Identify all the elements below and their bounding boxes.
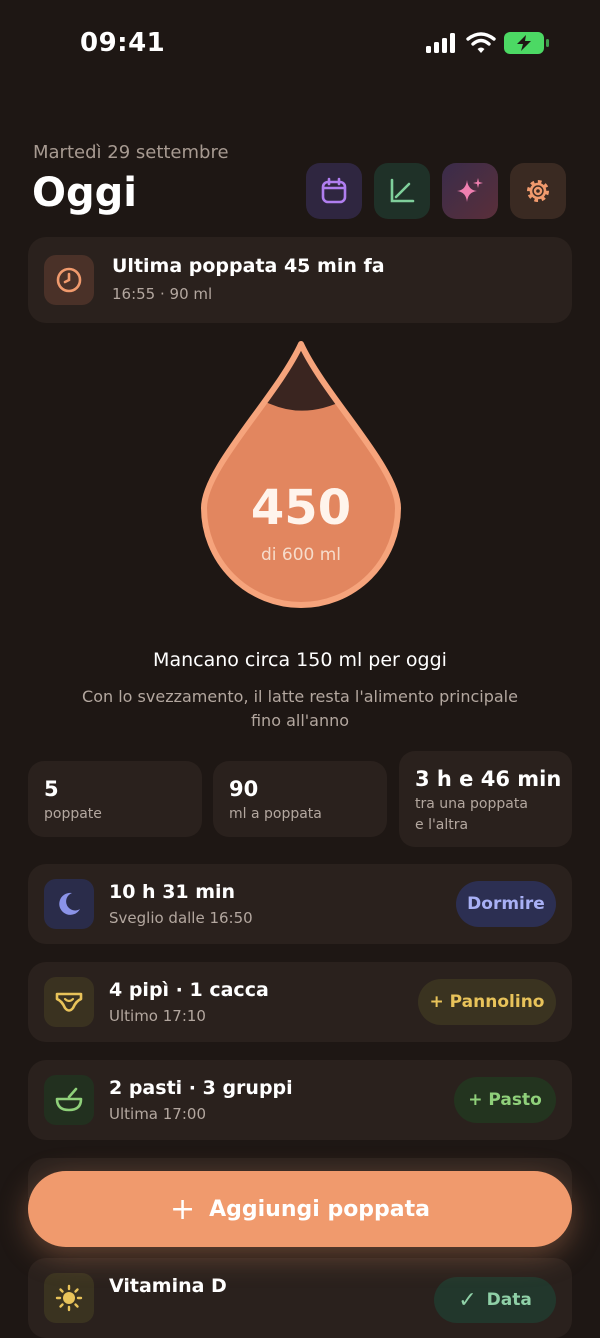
- calendar-icon: [321, 177, 347, 204]
- meals-icon-box: [44, 1075, 94, 1125]
- drop-amount: 450: [250, 480, 352, 536]
- clock-icon: [56, 267, 82, 293]
- vitamin-card[interactable]: Vitamina D ✓ Data: [28, 1258, 572, 1338]
- sparkle-icon: [457, 178, 483, 202]
- sleep-icon-box: [44, 879, 94, 929]
- ai-assistant-button[interactable]: [442, 163, 498, 219]
- stat-label-line1: tra una poppata: [415, 796, 528, 812]
- last-feed-title: Ultima poppata 45 min fa: [112, 255, 385, 277]
- remaining-message: Mancano circa 150 ml per oggi: [153, 649, 447, 671]
- advice-line-1: Con lo svezzamento, il latte resta l'ali…: [82, 687, 518, 706]
- last-feed-card[interactable]: Ultima poppata 45 min fa 16:55 · 90 ml: [28, 237, 572, 323]
- check-icon: ✓: [458, 1287, 477, 1313]
- chart-icon: [390, 178, 415, 203]
- vitamin-title: Vitamina D: [109, 1275, 227, 1297]
- last-feed-subtitle: 16:55 · 90 ml: [112, 285, 213, 303]
- add-feed-label: Aggiungi poppata: [209, 1196, 431, 1222]
- sleep-subtitle: Sveglio dalle 16:50: [109, 909, 253, 927]
- diaper-title: 4 pipì · 1 cacca: [109, 979, 269, 1001]
- diaper-icon: [55, 992, 83, 1012]
- meals-card[interactable]: 2 pasti · 3 gruppi Ultima 17:00 + Pasto: [28, 1060, 572, 1140]
- stat-label: ml a poppata: [229, 806, 322, 822]
- sleep-card[interactable]: 10 h 31 min Sveglio dalle 16:50 Dormire: [28, 864, 572, 944]
- last-feed-icon-box: [44, 255, 94, 305]
- sleep-button[interactable]: Dormire: [456, 881, 556, 927]
- diaper-subtitle: Ultimo 17:10: [109, 1007, 206, 1025]
- meals-subtitle: Ultima 17:00: [109, 1105, 206, 1123]
- stat-label: poppate: [44, 806, 102, 822]
- moon-icon: [59, 892, 80, 915]
- status-icons: [426, 32, 550, 54]
- stat-value: 5: [44, 777, 59, 801]
- status-bar: 09:41: [0, 0, 600, 90]
- page-title: Oggi: [32, 170, 137, 216]
- status-time: 09:41: [80, 28, 166, 58]
- stat-feed-interval: 3 h e 46 min tra una poppata e l'altra: [399, 751, 572, 847]
- bowl-icon: [55, 1087, 83, 1112]
- add-diaper-button[interactable]: + Pannolino: [418, 979, 556, 1025]
- calendar-button[interactable]: [306, 163, 362, 219]
- diaper-icon-box: [44, 977, 94, 1027]
- sleep-title: 10 h 31 min: [109, 881, 236, 903]
- stat-label-line2: e l'altra: [415, 817, 469, 833]
- diaper-card[interactable]: 4 pipì · 1 cacca Ultimo 17:10 + Pannolin…: [28, 962, 572, 1042]
- stat-value: 90: [229, 777, 259, 801]
- stat-feed-count: 5 poppate: [28, 761, 202, 837]
- add-feed-button[interactable]: + Aggiungi poppata: [28, 1171, 572, 1247]
- advice-line-2: fino all'anno: [250, 711, 350, 730]
- gear-icon: [527, 180, 549, 202]
- wifi-icon: [466, 32, 496, 53]
- add-meal-button[interactable]: + Pasto: [454, 1077, 556, 1123]
- meals-title: 2 pasti · 3 gruppi: [109, 1077, 293, 1099]
- sun-icon: [55, 1284, 83, 1312]
- battery-charging-icon: [504, 32, 549, 54]
- stat-ml-per-feed: 90 ml a poppata: [213, 761, 387, 837]
- drop-goal-label: di 600 ml: [260, 545, 342, 565]
- stat-value: 3 h e 46 min: [415, 767, 562, 791]
- milk-drop-progress: [201, 341, 401, 608]
- vitamin-given-button[interactable]: ✓ Data: [434, 1277, 556, 1323]
- current-date: Martedì 29 settembre: [33, 142, 229, 163]
- settings-button[interactable]: [510, 163, 566, 219]
- stats-button[interactable]: [374, 163, 430, 219]
- vitamin-icon-box: [44, 1273, 94, 1323]
- vitamin-button-label: Data: [486, 1290, 532, 1310]
- plus-icon: +: [169, 1191, 196, 1227]
- signal-icon: [426, 33, 455, 53]
